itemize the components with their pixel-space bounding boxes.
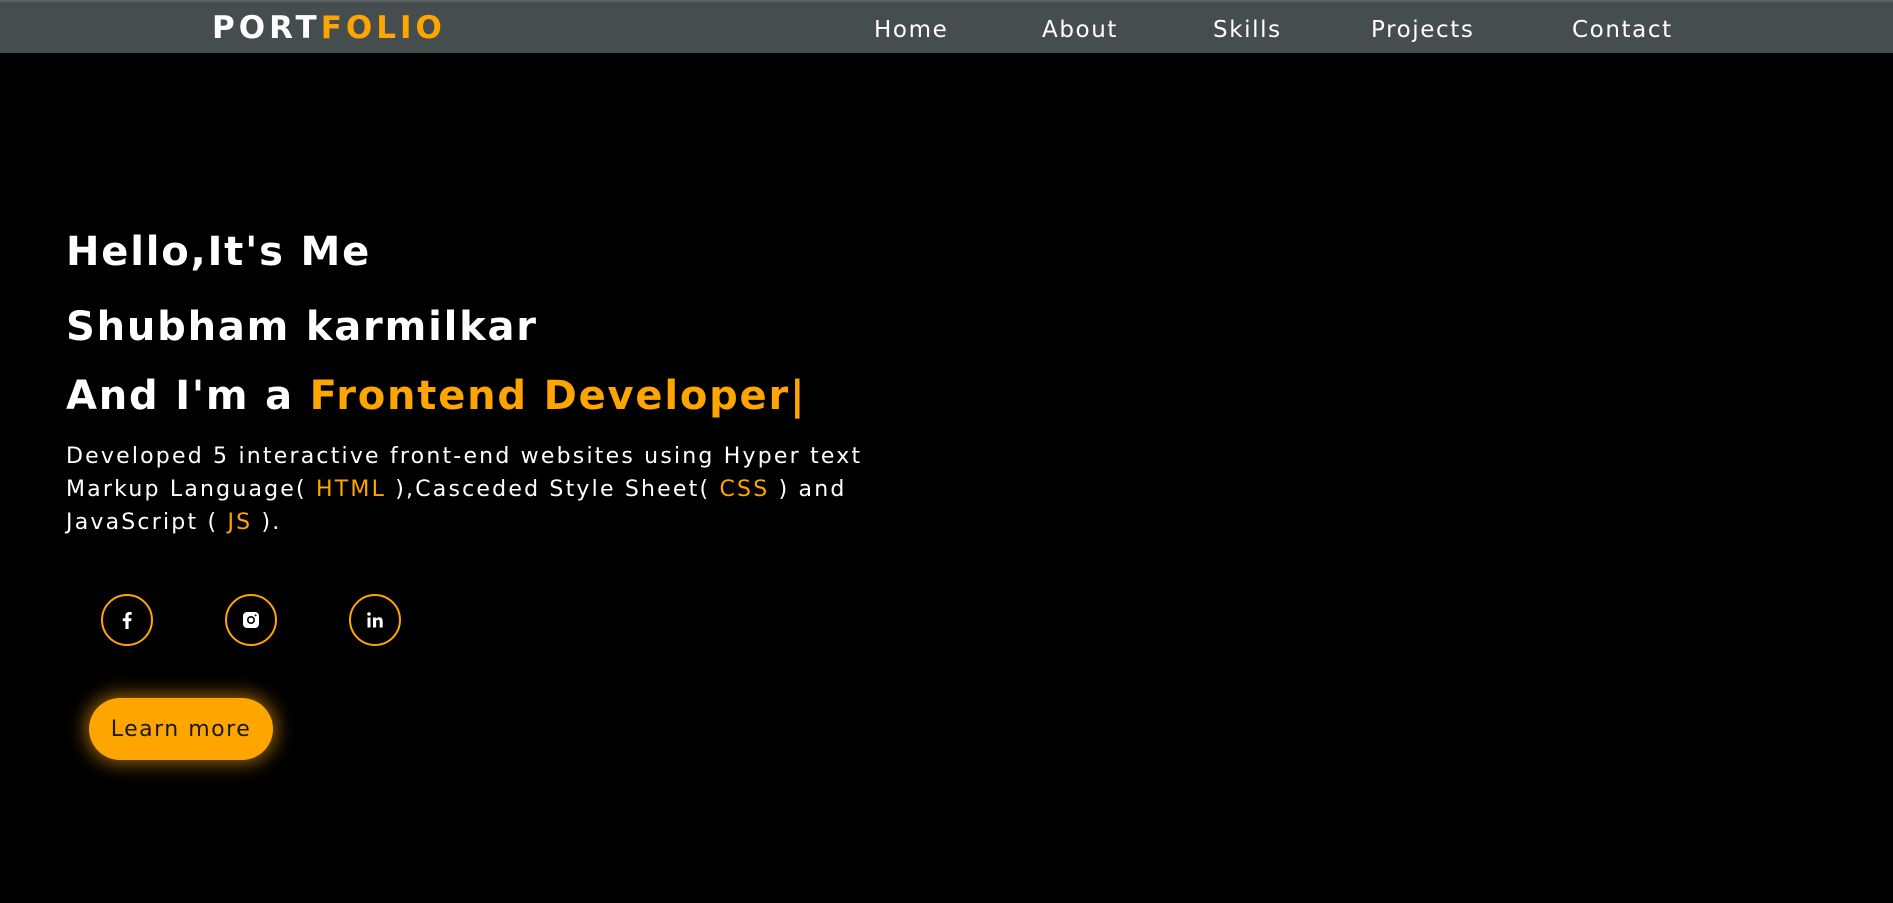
nav-link-projects[interactable]: Projects	[1371, 16, 1474, 44]
role-prefix: And I'm a	[66, 373, 310, 419]
linkedin-icon	[367, 612, 383, 628]
description-text: ).	[252, 510, 282, 535]
description-text: ) and	[769, 477, 847, 502]
linkedin-link[interactable]	[349, 594, 401, 646]
logo-part-port: PORT	[212, 10, 321, 46]
instagram-link[interactable]	[225, 594, 277, 646]
css-highlight: CSS	[719, 477, 770, 502]
description-text: Markup Language(	[66, 477, 317, 502]
html-highlight: HTML	[316, 477, 387, 502]
role-heading: And I'm a Frontend Developer|	[66, 372, 806, 420]
learn-more-button[interactable]: Learn more	[89, 698, 273, 760]
facebook-link[interactable]	[101, 594, 153, 646]
name-heading: Shubham karmilkar	[66, 304, 538, 350]
nav-link-home[interactable]: Home	[874, 16, 948, 44]
greeting-heading: Hello,It's Me	[66, 229, 372, 275]
description-line-2: Markup Language( HTML ),Casceded Style S…	[66, 473, 926, 506]
description: Developed 5 interactive front-end websit…	[66, 440, 926, 539]
description-line-1: Developed 5 interactive front-end websit…	[66, 440, 926, 473]
logo[interactable]: PORTFOLIO	[212, 11, 446, 45]
nav-link-skills[interactable]: Skills	[1213, 16, 1282, 44]
facebook-icon	[122, 612, 132, 629]
description-text: JavaScript (	[66, 510, 228, 535]
navbar: PORTFOLIO Home About Skills Projects Con…	[0, 0, 1893, 53]
logo-part-folio: FOLIO	[320, 10, 446, 46]
description-text: ),Casceded Style Sheet(	[386, 477, 720, 502]
nav-link-about[interactable]: About	[1042, 16, 1118, 44]
role-text: Frontend Developer|	[309, 373, 807, 419]
description-text: Developed 5 interactive front-end websit…	[66, 444, 863, 469]
description-line-3: JavaScript ( JS ).	[66, 506, 926, 539]
instagram-icon	[243, 612, 259, 628]
js-highlight: JS	[227, 510, 253, 535]
nav-link-contact[interactable]: Contact	[1572, 16, 1673, 44]
